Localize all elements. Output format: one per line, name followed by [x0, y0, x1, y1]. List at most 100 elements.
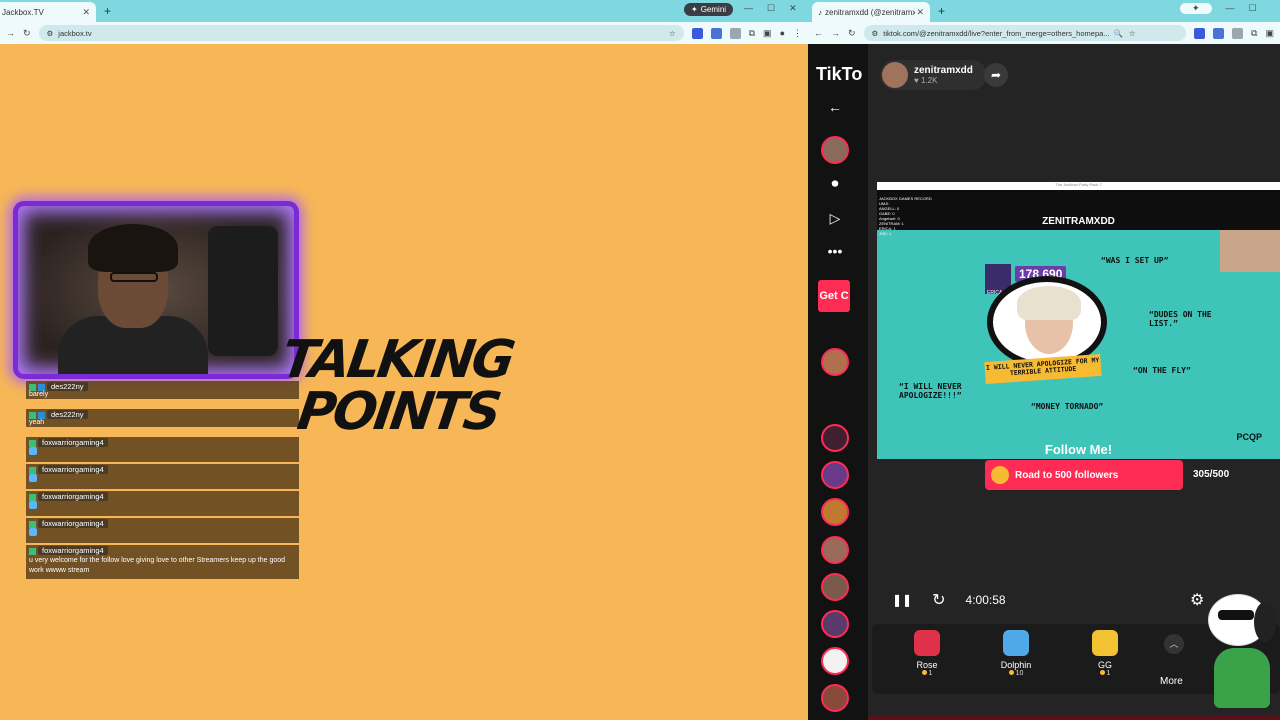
get-coins-button[interactable]: Get C — [818, 280, 850, 312]
badge-icon — [38, 383, 45, 391]
live-avatar[interactable] — [821, 647, 849, 675]
streamer-glasses — [110, 272, 158, 282]
stream-timer: 4:00:58 — [965, 593, 1006, 607]
logo-line2: POINTS — [293, 382, 503, 442]
tab-jackbox[interactable]: Jackbox.TV ✕ — [0, 2, 96, 22]
tiktok-logo[interactable]: TikTo — [816, 64, 862, 85]
sidebar-avatar[interactable] — [821, 136, 849, 164]
chat-message: foxwarriorgaming4 — [26, 437, 299, 462]
more-gifts-button[interactable]: More — [1160, 676, 1183, 687]
extension-icon[interactable] — [1232, 27, 1244, 39]
bookmark-star-icon[interactable]: ☆ — [669, 29, 676, 38]
address-bar[interactable]: ⚙ jackbox.tv ☆ — [38, 25, 684, 41]
live-avatar[interactable] — [821, 461, 849, 489]
gift-name: GG — [1097, 660, 1112, 670]
tab-tiktok[interactable]: ♪ zenitramxdd (@zenitramxdd) is ... ✕ — [812, 2, 930, 22]
streamer-hair — [88, 224, 178, 272]
host-name: zenitramxdd — [914, 65, 973, 76]
emote-icon — [29, 447, 37, 455]
host-info[interactable]: zenitramxdd ♥ 1.2K — [880, 60, 987, 90]
extension-icon[interactable] — [1194, 27, 1206, 39]
extension-icon[interactable] — [1213, 27, 1225, 39]
back-icon[interactable]: ← — [814, 28, 823, 38]
follower-goal-banner[interactable]: Road to 500 followers 305/500 — [985, 460, 1229, 490]
extensions-puzzle-icon[interactable]: ⧉ — [1251, 28, 1257, 39]
likes-count: 1.2K — [920, 76, 938, 85]
menu-icon[interactable]: ⋮ — [793, 28, 802, 39]
maximize-icon[interactable]: ☐ — [1249, 3, 1257, 14]
sidebar-icon[interactable]: ▣ — [763, 28, 772, 39]
explore-icon[interactable]: ▷ — [824, 207, 846, 229]
window-controls: — ☐ ✕ — [744, 3, 797, 14]
badge-icon — [29, 411, 36, 419]
sidebar-icon[interactable]: ▣ — [1265, 28, 1274, 39]
new-tab-icon[interactable]: + — [104, 4, 111, 18]
scoreboard-line: JOE: 1 — [879, 231, 892, 236]
live-avatar[interactable] — [821, 348, 849, 376]
gift-name: Dolphin — [1000, 660, 1032, 670]
extensions-puzzle-icon[interactable]: ⧉ — [749, 28, 755, 39]
emote-icon — [29, 528, 37, 536]
emote-icon — [29, 474, 37, 482]
bottom-bar — [868, 715, 1280, 720]
player-name: ZENITRAMXDD — [1042, 216, 1115, 227]
back-arrow-icon[interactable]: ← — [824, 96, 846, 118]
forward-icon[interactable]: → — [831, 28, 840, 38]
refresh-icon[interactable]: ↻ — [932, 590, 945, 610]
close-tab-icon[interactable]: ✕ — [82, 7, 90, 18]
minimize-icon[interactable]: — — [1226, 3, 1235, 14]
site-info-icon[interactable]: ⚙ — [872, 29, 879, 38]
live-avatar[interactable] — [821, 536, 849, 564]
live-avatar[interactable] — [821, 684, 849, 712]
extension-icon[interactable] — [710, 27, 722, 39]
live-avatar[interactable] — [821, 610, 849, 638]
profile-icon[interactable]: ● — [780, 28, 785, 38]
snoopy-shirt — [1214, 648, 1270, 708]
tab-title: Jackbox.TV — [2, 7, 44, 17]
gg-icon — [1092, 630, 1118, 656]
chat-username: foxwarriorgaming4 — [38, 438, 108, 447]
badge-icon — [29, 493, 36, 501]
host-avatar — [882, 62, 908, 88]
forward-icon[interactable]: → — [6, 28, 15, 38]
address-bar[interactable]: ⚙ tiktok.com/@zenitramxdd/live?enter_fro… — [863, 25, 1187, 41]
more-dots-icon[interactable]: ••• — [824, 240, 846, 262]
live-avatar[interactable] — [821, 424, 849, 452]
live-avatar[interactable] — [821, 573, 849, 601]
tab-bar: Jackbox.TV ✕ + ✦ Gemini — ☐ ✕ — [0, 0, 808, 22]
extension-icon[interactable] — [729, 27, 741, 39]
gemini-button[interactable]: ✦ Gemini — [684, 3, 734, 16]
share-icon[interactable]: ➦ — [984, 63, 1008, 87]
close-tab-icon[interactable]: ✕ — [916, 7, 924, 18]
snoopy-sunglasses — [1218, 610, 1254, 620]
close-window-icon[interactable]: ✕ — [789, 3, 797, 14]
reload-icon[interactable]: ↻ — [848, 28, 856, 39]
chat-message: des222ny barely — [26, 381, 299, 399]
chevron-up-icon[interactable]: ︿ — [1164, 634, 1184, 654]
pcqp-logo: PCQP — [1236, 432, 1262, 442]
gift-rose[interactable]: Rose 1 — [902, 630, 952, 677]
extension-icon[interactable] — [691, 27, 703, 39]
talking-points-logo: TALKING POINTS — [276, 330, 516, 460]
tab-search-icon[interactable]: ✦ — [1180, 3, 1212, 14]
live-video-icon[interactable]: ⏺ — [824, 172, 846, 194]
chat-username: foxwarriorgaming4 — [38, 492, 108, 501]
host-likes: ♥ 1.2K — [914, 76, 973, 85]
live-avatar[interactable] — [821, 498, 849, 526]
chat-username: des222ny — [47, 382, 88, 391]
reload-icon[interactable]: ↻ — [23, 28, 31, 39]
site-info-icon[interactable]: ⚙ — [47, 29, 54, 38]
bookmark-star-icon[interactable]: ☆ — [1129, 29, 1136, 38]
chat-username: des222ny — [47, 410, 88, 419]
gift-dolphin[interactable]: Dolphin 10 — [991, 630, 1041, 677]
pause-icon[interactable]: ❚❚ — [892, 593, 912, 607]
zoom-icon[interactable]: 🔍 — [1114, 29, 1123, 38]
new-tab-icon[interactable]: + — [938, 4, 945, 18]
chat-message: foxwarriorgaming4 — [26, 464, 299, 489]
minimize-icon[interactable]: — — [744, 3, 753, 14]
gift-gg[interactable]: GG 1 — [1080, 630, 1130, 677]
maximize-icon[interactable]: ☐ — [767, 3, 775, 14]
gemini-icon: ✦ — [691, 5, 698, 14]
live-video[interactable]: The Jackbox Party Pack 7 JACKBOX GAMES R… — [877, 182, 1280, 459]
chat-text: yeah — [29, 419, 45, 426]
